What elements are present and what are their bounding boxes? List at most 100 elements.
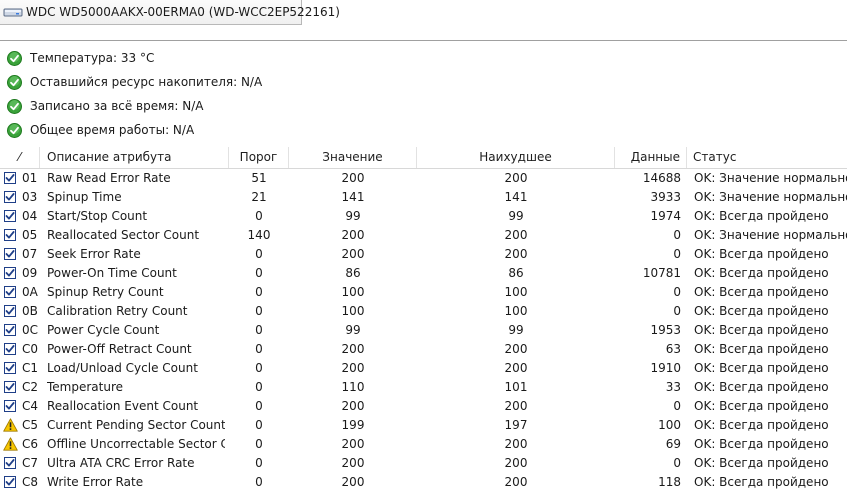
threshold-value: 0: [255, 475, 263, 489]
status-text: OK: Всегда пройдено: [694, 209, 829, 223]
attribute-description: Power Cycle Count: [47, 323, 160, 337]
threshold-value: 0: [255, 285, 263, 299]
threshold-column-header[interactable]: Порог: [229, 147, 289, 168]
table-row[interactable]: C5 Current Pending Sector Count 0 199 197 100…: [0, 416, 847, 435]
status-text: OK: Всегда пройдено: [694, 247, 829, 261]
description-column-header[interactable]: Описание атрибута: [40, 147, 229, 168]
raw-data-value: 0: [673, 228, 681, 242]
row-checkbox[interactable]: [4, 400, 18, 414]
threshold-value: 0: [255, 304, 263, 318]
current-value: 200: [341, 437, 365, 451]
table-row[interactable]: C8 Write Error Rate 0 200 200 118 OK: Всегда п…: [0, 473, 847, 492]
threshold-value: 0: [255, 266, 263, 280]
table-row[interactable]: 01 Raw Read Error Rate 51 200 200 14688 OK: Зн…: [0, 169, 847, 188]
current-value: 199: [341, 418, 365, 432]
attribute-id: 01: [22, 171, 38, 185]
table-row[interactable]: 0C Power Cycle Count 0 99 99 1953 OK: Всегда п…: [0, 321, 847, 340]
worst-value: 200: [504, 228, 528, 242]
table-row[interactable]: C0 Power-Off Retract Count 0 200 200 63 OK: Вс…: [0, 340, 847, 359]
table-row[interactable]: 05 Reallocated Sector Count 140 200 200 0 OK: …: [0, 226, 847, 245]
raw-data-value: 33: [665, 380, 681, 394]
attribute-id: C2: [22, 380, 39, 394]
row-checkbox[interactable]: [4, 324, 18, 338]
drive-tab[interactable]: WDC WD5000AAKX-00ERMA0 (WD-WCC2EP522161): [0, 0, 340, 25]
table-row[interactable]: C1 Load/Unload Cycle Count 0 200 200 1910 OK: …: [0, 359, 847, 378]
checkmark-icon: [4, 476, 16, 488]
row-checkbox[interactable]: [4, 362, 18, 376]
attribute-description: Start/Stop Count: [47, 209, 148, 223]
threshold-value: 21: [251, 190, 267, 204]
worst-value: 99: [508, 209, 524, 223]
raw-data-value: 10781: [642, 266, 681, 280]
status-text: OK: Всегда пройдено: [694, 304, 829, 318]
row-checkbox[interactable]: [4, 476, 18, 490]
status-text: OK: Всегда пройдено: [694, 456, 829, 470]
sort-column-header[interactable]: ⁄: [0, 147, 40, 168]
warning-icon: [3, 418, 18, 432]
attribute-id: C7: [22, 456, 39, 470]
checkmark-icon: [4, 248, 16, 260]
checkmark-icon: [4, 457, 16, 469]
table-row[interactable]: C6 Offline Uncorrectable Sector C... 0 200 2…: [0, 435, 847, 454]
row-checkbox[interactable]: [4, 267, 18, 281]
row-checkbox[interactable]: [4, 210, 18, 224]
table-row[interactable]: C4 Reallocation Event Count 0 200 200 0 OK: Вс…: [0, 397, 847, 416]
worst-column-header[interactable]: Наихудшее: [417, 147, 615, 168]
status-text: OK: Всегда пройдено: [694, 380, 829, 394]
attribute-description: Power-Off Retract Count: [47, 342, 192, 356]
row-checkbox[interactable]: [4, 191, 18, 205]
row-checkbox[interactable]: [4, 286, 18, 300]
worst-value: 200: [504, 171, 528, 185]
row-checkbox[interactable]: [4, 381, 18, 395]
threshold-value: 0: [255, 342, 263, 356]
row-checkbox[interactable]: [4, 248, 18, 262]
raw-data-value: 118: [658, 475, 681, 489]
row-checkbox[interactable]: [4, 172, 18, 186]
current-value: 99: [345, 209, 361, 223]
worst-value: 100: [504, 285, 528, 299]
attribute-description: Current Pending Sector Count: [47, 418, 225, 432]
raw-data-value: 0: [673, 399, 681, 413]
value-column-header[interactable]: Значение: [289, 147, 417, 168]
table-row[interactable]: 07 Seek Error Rate 0 200 200 0 OK: Всегда прой…: [0, 245, 847, 264]
threshold-value: 0: [255, 437, 263, 451]
row-checkbox[interactable]: [4, 229, 18, 243]
summary-item: Общее время работы: N/A: [7, 118, 262, 142]
attribute-id: 05: [22, 228, 38, 242]
table-row[interactable]: C2 Temperature 0 110 101 33 OK: Всегда пройден…: [0, 378, 847, 397]
worst-value: 200: [504, 342, 528, 356]
raw-data-value: 14688: [642, 171, 681, 185]
table-row[interactable]: 03 Spinup Time 21 141 141 3933 OK: Значение но…: [0, 188, 847, 207]
current-value: 110: [341, 380, 365, 394]
table-row[interactable]: C7 Ultra ATA CRC Error Rate 0 200 200 0 OK: Вс…: [0, 454, 847, 473]
summary-item: Записано за всё время: N/A: [7, 94, 262, 118]
attribute-id: C5: [22, 418, 39, 432]
row-checkbox[interactable]: [4, 305, 18, 319]
attribute-description: Raw Read Error Rate: [47, 171, 171, 185]
row-checkbox[interactable]: [4, 457, 18, 471]
table-row[interactable]: 0B Calibration Retry Count 0 100 100 0 OK: Все…: [0, 302, 847, 321]
attribute-description: Spinup Time: [47, 190, 122, 204]
raw-data-value: 0: [673, 285, 681, 299]
worst-value: 200: [504, 437, 528, 451]
status-text: OK: Всегда пройдено: [694, 342, 829, 356]
checkmark-icon: [4, 343, 16, 355]
current-value: 100: [341, 304, 365, 318]
status-column-header[interactable]: Статус: [687, 147, 847, 168]
table-row[interactable]: 09 Power-On Time Count 0 86 86 10781 OK: Всегд…: [0, 264, 847, 283]
attribute-description: Ultra ATA CRC Error Rate: [47, 456, 195, 470]
attribute-description: Reallocation Event Count: [47, 399, 199, 413]
attribute-id: C8: [22, 475, 39, 489]
row-checkbox[interactable]: [4, 343, 18, 357]
threshold-value: 0: [255, 456, 263, 470]
attribute-description: Spinup Retry Count: [47, 285, 164, 299]
table-header: ⁄ Описание атрибута Порог Значение Наиху…: [0, 147, 847, 169]
status-text: OK: Всегда пройдено: [694, 475, 829, 489]
threshold-value: 0: [255, 380, 263, 394]
raw-data-value: 69: [665, 437, 681, 451]
table-row[interactable]: 0A Spinup Retry Count 0 100 100 0 OK: Всегда п…: [0, 283, 847, 302]
worst-value: 197: [504, 418, 528, 432]
data-column-header[interactable]: Данные: [615, 147, 687, 168]
summary-text: Температура: 33 °C: [30, 51, 155, 65]
table-row[interactable]: 04 Start/Stop Count 0 99 99 1974 OK: Всегда пр…: [0, 207, 847, 226]
